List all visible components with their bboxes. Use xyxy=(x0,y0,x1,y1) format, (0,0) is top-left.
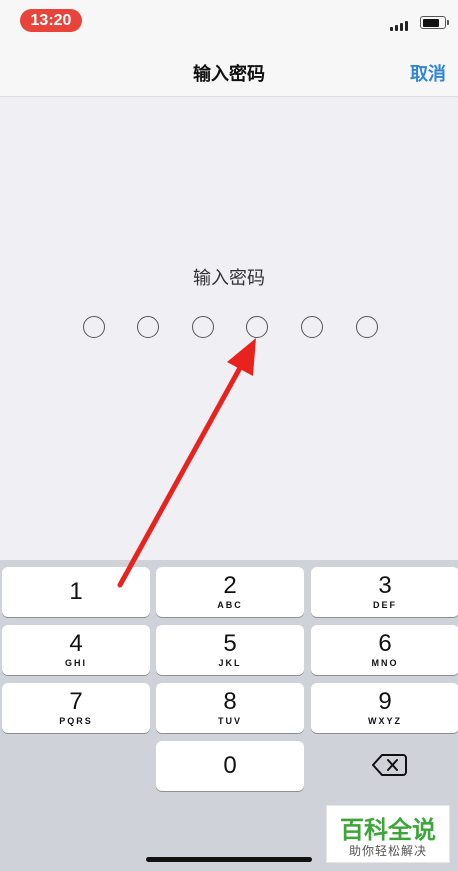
key-letters: TUV xyxy=(218,716,242,726)
key-letters: GHI xyxy=(64,658,87,668)
signal-icon xyxy=(390,19,410,31)
watermark-logo: 百科全说 助你轻松解决 xyxy=(326,805,450,863)
key-4[interactable]: 4 GHI xyxy=(2,625,150,675)
watermark-title: 百科全说 xyxy=(340,817,436,844)
key-7[interactable]: 7 PQRS xyxy=(2,683,150,733)
key-6[interactable]: 6 MNO xyxy=(311,625,458,675)
key-number: 0 xyxy=(223,752,237,779)
key-number: 2 xyxy=(223,572,237,599)
key-1[interactable]: 1 xyxy=(2,567,150,617)
key-number: 9 xyxy=(378,688,392,715)
key-8[interactable]: 8 TUV xyxy=(156,683,304,733)
key-letters: MNO xyxy=(371,658,399,668)
passcode-dot xyxy=(192,316,214,338)
key-0[interactable]: 0 xyxy=(156,741,304,791)
key-number: 7 xyxy=(69,688,83,715)
passcode-dot xyxy=(356,316,378,338)
battery-icon xyxy=(420,16,446,29)
status-time: 13:20 xyxy=(20,9,82,32)
key-letters: JKL xyxy=(218,658,242,668)
key-letters: PQRS xyxy=(59,716,93,726)
key-number: 5 xyxy=(223,630,237,657)
key-5[interactable]: 5 JKL xyxy=(156,625,304,675)
key-2[interactable]: 2 ABC xyxy=(156,567,304,617)
key-letters: DEF xyxy=(373,600,397,610)
key-number: 3 xyxy=(378,572,392,599)
key-9[interactable]: 9 WXYZ xyxy=(311,683,458,733)
passcode-dot xyxy=(246,316,268,338)
key-number: 4 xyxy=(69,630,83,657)
watermark-subtitle: 助你轻松解决 xyxy=(348,844,427,858)
key-number: 8 xyxy=(223,688,237,715)
status-bar: 13:20 xyxy=(0,0,458,44)
nav-title: 输入密码 xyxy=(193,64,265,84)
cancel-button[interactable]: 取消 xyxy=(410,60,446,86)
key-letters: ABC xyxy=(217,600,243,610)
passcode-dot xyxy=(301,316,323,338)
passcode-prompt: 输入密码 xyxy=(193,268,265,288)
key-3[interactable]: 3 DEF xyxy=(311,567,458,617)
home-indicator[interactable] xyxy=(146,857,312,862)
passcode-dot xyxy=(137,316,159,338)
nav-bar: 输入密码 取消 xyxy=(0,44,458,97)
passcode-dot xyxy=(83,316,105,338)
key-letters: WXYZ xyxy=(368,716,402,726)
key-number: 6 xyxy=(378,630,392,657)
backspace-icon[interactable] xyxy=(370,750,410,780)
battery-cap xyxy=(447,20,449,25)
key-number: 1 xyxy=(69,578,83,605)
passcode-dots xyxy=(0,316,458,340)
